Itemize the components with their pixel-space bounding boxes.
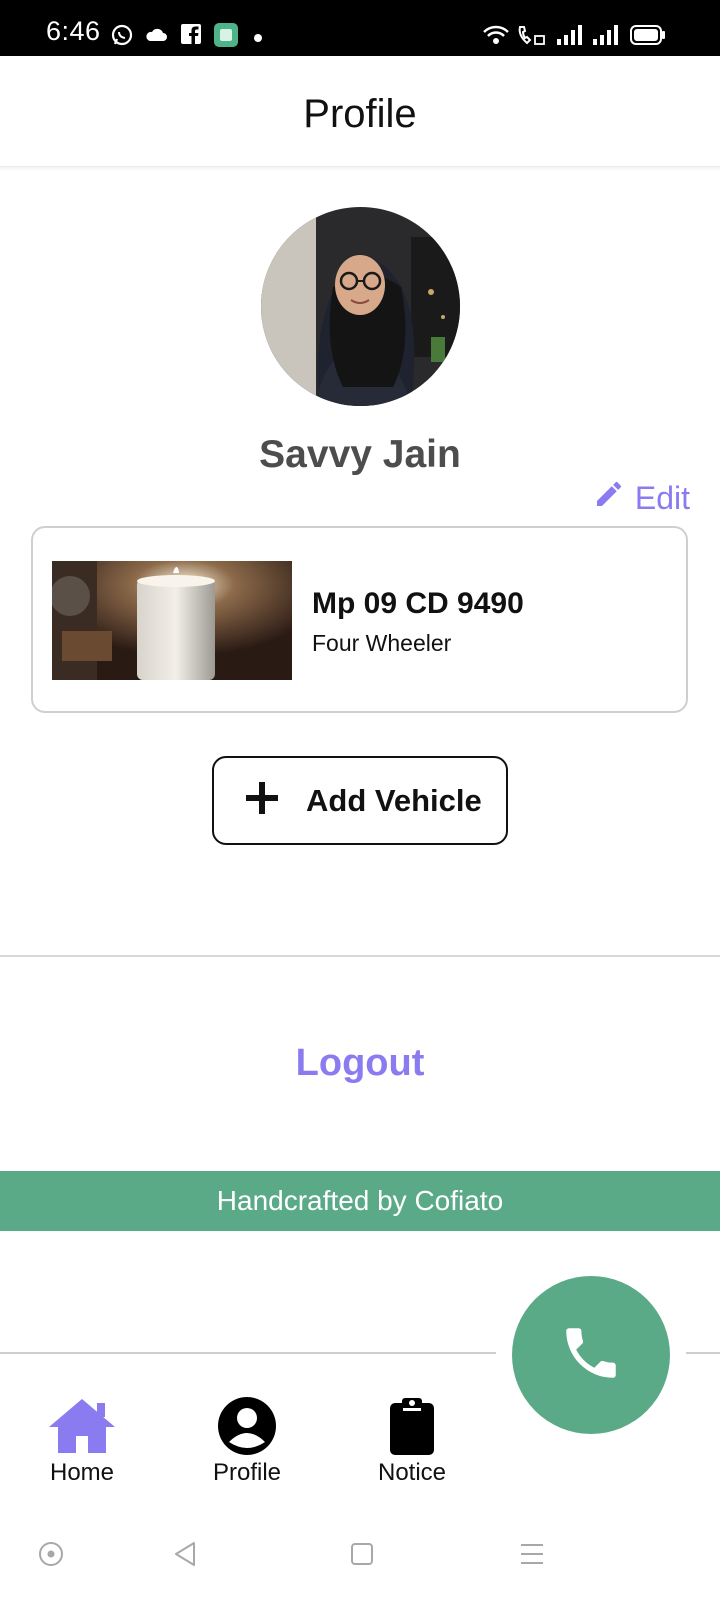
home-icon	[17, 1395, 147, 1457]
nav-home[interactable]: Home	[17, 1395, 147, 1487]
system-nav-bar	[0, 1520, 720, 1590]
pencil-icon	[593, 478, 635, 518]
signal-icon	[592, 24, 618, 51]
signal-icon	[556, 24, 582, 51]
nav-label-profile: Profile	[212, 1459, 282, 1486]
whatsapp-icon	[110, 23, 134, 52]
edit-label: Edit	[634, 479, 690, 516]
phone-icon	[558, 1320, 624, 1391]
home-square-icon[interactable]	[348, 1540, 376, 1573]
vehicle-plate: Mp 09 CD 9490	[312, 587, 524, 620]
profile-avatar	[261, 207, 460, 406]
assistant-icon[interactable]	[37, 1540, 65, 1573]
cloud-icon	[145, 23, 169, 50]
back-icon[interactable]	[172, 1540, 200, 1573]
edit-profile-button[interactable]: Edit	[593, 478, 690, 518]
user-name: Savvy Jain	[259, 433, 461, 476]
logout-button[interactable]: Logout	[0, 1042, 720, 1085]
add-vehicle-label: Add Vehicle	[306, 782, 482, 818]
call-button[interactable]	[512, 1276, 670, 1434]
status-time: 6:46	[46, 16, 101, 46]
page-title: Profile	[303, 92, 417, 136]
divider	[0, 1352, 496, 1354]
vehicle-card[interactable]: Mp 09 CD 9490 Four Wheeler	[31, 526, 688, 713]
divider	[686, 1352, 720, 1354]
status-bar: 6:46	[0, 0, 720, 56]
account-circle-icon	[182, 1395, 312, 1457]
divider	[0, 955, 720, 957]
nav-notice[interactable]: Notice	[347, 1395, 477, 1487]
nav-profile[interactable]: Profile	[182, 1395, 312, 1487]
app-header: Profile	[0, 56, 720, 167]
clipboard-icon	[347, 1395, 477, 1457]
app-icon	[213, 22, 239, 53]
footer-credit: Handcrafted by Cofiato	[0, 1171, 720, 1231]
vehicle-type: Four Wheeler	[312, 630, 452, 656]
add-vehicle-button[interactable]: Add Vehicle	[212, 756, 508, 845]
plus-icon	[244, 780, 280, 821]
dot-icon	[253, 30, 263, 48]
facebook-icon	[180, 23, 202, 50]
wifi-icon	[482, 24, 510, 51]
call-icon	[516, 24, 546, 51]
battery-icon	[630, 25, 666, 50]
vehicle-photo	[52, 561, 292, 680]
nav-label-notice: Notice	[377, 1459, 447, 1486]
nav-label-home: Home	[49, 1459, 115, 1486]
menu-icon[interactable]	[518, 1540, 546, 1573]
